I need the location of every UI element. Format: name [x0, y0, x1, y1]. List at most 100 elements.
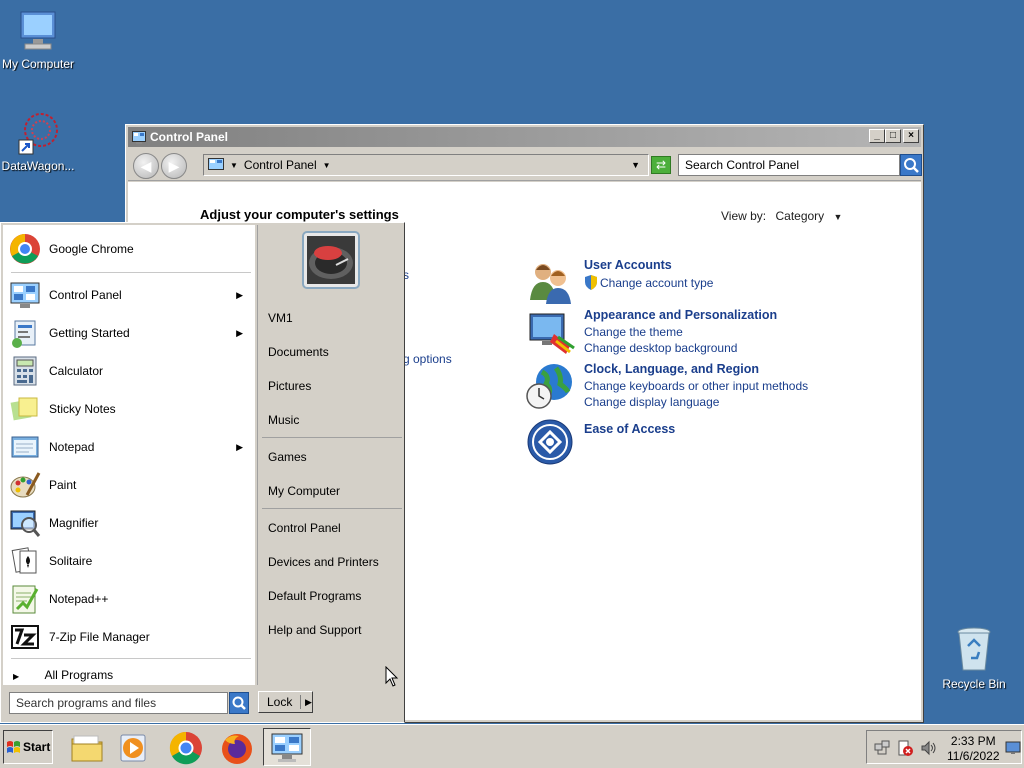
- magnifier-icon: [10, 510, 41, 537]
- clock-time: 2:33 PM: [950, 734, 996, 748]
- start-menu-separator: [11, 272, 251, 273]
- notepad-icon: [11, 436, 39, 458]
- start-item-control-panel[interactable]: Control Panel ▶: [9, 277, 253, 313]
- search-icon[interactable]: [900, 154, 922, 176]
- computer-icon: [20, 11, 56, 50]
- start-item-sticky-notes[interactable]: Sticky Notes: [9, 391, 253, 427]
- breadcrumb-arrow-icon[interactable]: ▼: [230, 161, 238, 170]
- media-player-icon[interactable]: [117, 730, 153, 766]
- refresh-icon[interactable]: ⇄: [651, 156, 671, 174]
- desktop-icon-label: DataWagon...: [1, 159, 75, 173]
- clock[interactable]: 2:33 PM 11/6/2022: [947, 734, 1000, 764]
- places-separator: [262, 508, 402, 509]
- close-button[interactable]: ×: [903, 129, 919, 143]
- places-item-music[interactable]: Music: [268, 413, 299, 427]
- taskbar-control-panel-button[interactable]: [263, 728, 311, 766]
- chrome-icon[interactable]: [168, 730, 204, 766]
- desktop-icon-label: Recycle Bin: [942, 677, 1006, 691]
- back-button[interactable]: ◀: [133, 153, 159, 179]
- category-title[interactable]: Clock, Language, and Region: [584, 362, 808, 376]
- change-keyboards-link[interactable]: Change keyboards or other input methods: [584, 379, 808, 393]
- start-item-getting-started[interactable]: Getting Started ▶: [9, 315, 253, 351]
- places-item-default-programs[interactable]: Default Programs: [268, 589, 361, 603]
- action-center-icon[interactable]: [897, 740, 913, 756]
- chevron-down-icon[interactable]: ▼: [834, 212, 843, 222]
- lock-options-arrow-icon[interactable]: ▶: [301, 697, 312, 708]
- minimize-button[interactable]: _: [869, 129, 885, 143]
- partial-link[interactable]: g options: [403, 352, 452, 366]
- ease-of-access-icon: [527, 419, 573, 465]
- getting-started-icon: [12, 320, 36, 348]
- file-explorer-icon[interactable]: [69, 730, 105, 766]
- places-item-documents[interactable]: Documents: [268, 345, 329, 359]
- change-account-type-link[interactable]: Change account type: [600, 276, 713, 290]
- all-programs-label: All Programs: [44, 668, 114, 682]
- search-icon[interactable]: [229, 692, 249, 714]
- view-by-value[interactable]: Category: [775, 209, 824, 223]
- start-menu-programs-pane: Google Chrome Control Panel ▶ Getting St…: [3, 225, 255, 685]
- notepad-plus-plus-icon: [12, 585, 39, 614]
- solitaire-icon: [11, 547, 37, 574]
- maximize-button[interactable]: □: [885, 129, 901, 143]
- address-bar[interactable]: ▼ Control Panel ▼ ▼: [203, 154, 649, 176]
- category-title[interactable]: User Accounts: [584, 258, 713, 272]
- desktop-icon-recycle-bin[interactable]: Recycle Bin: [932, 624, 1016, 691]
- start-item-label: 7-Zip File Manager: [49, 630, 150, 644]
- places-item-devices-printers[interactable]: Devices and Printers: [268, 555, 379, 569]
- category-appearance-personalization: Appearance and Personalization Change th…: [526, 308, 906, 356]
- start-button[interactable]: Start: [3, 730, 53, 764]
- submenu-arrow-icon: ▶: [236, 441, 243, 452]
- volume-icon[interactable]: [920, 740, 938, 756]
- places-item-vm1[interactable]: VM1: [268, 311, 293, 325]
- control-panel-icon: [271, 733, 303, 762]
- view-by-selector[interactable]: View by: Category ▼: [721, 209, 842, 223]
- breadcrumb-control-panel[interactable]: Control Panel: [244, 158, 317, 172]
- places-item-my-computer[interactable]: My Computer: [268, 484, 340, 498]
- user-picture-icon[interactable]: [302, 231, 360, 289]
- places-separator: [262, 437, 402, 438]
- category-title[interactable]: Ease of Access: [584, 422, 675, 436]
- all-programs-button[interactable]: ▶ All Programs: [13, 668, 113, 682]
- start-item-notepad-plus-plus[interactable]: Notepad++: [9, 581, 253, 617]
- start-item-label: Getting Started: [49, 326, 130, 340]
- submenu-arrow-icon: ▶: [236, 289, 243, 300]
- start-item-google-chrome[interactable]: Google Chrome: [9, 231, 253, 267]
- datawagon-icon: [18, 113, 58, 155]
- desktop-icon-my-computer[interactable]: My Computer: [0, 8, 80, 71]
- 7zip-icon: [11, 625, 39, 649]
- start-item-label: Calculator: [49, 364, 104, 378]
- window-titlebar[interactable]: Control Panel _ □ ×: [128, 127, 921, 147]
- places-item-help-support[interactable]: Help and Support: [268, 623, 361, 637]
- start-item-label: Google Chrome: [49, 242, 134, 256]
- change-display-language-link[interactable]: Change display language: [584, 395, 808, 409]
- lock-button[interactable]: Lock ▶: [258, 691, 313, 713]
- search-input[interactable]: Search Control Panel: [678, 154, 900, 176]
- start-item-notepad[interactable]: Notepad ▶: [9, 429, 253, 465]
- places-item-games[interactable]: Games: [268, 450, 307, 464]
- breadcrumb-dropdown-icon[interactable]: ▼: [323, 161, 331, 170]
- paint-icon: [10, 472, 41, 498]
- start-item-solitaire[interactable]: Solitaire: [9, 543, 253, 579]
- window-controls: _ □ ×: [869, 129, 919, 143]
- start-menu-places-pane: VM1 Documents Pictures Music Games My Co…: [257, 225, 404, 685]
- category-title[interactable]: Appearance and Personalization: [584, 308, 777, 322]
- places-item-control-panel[interactable]: Control Panel: [268, 521, 341, 535]
- forward-button[interactable]: ▶: [161, 153, 187, 179]
- start-item-magnifier[interactable]: Magnifier: [9, 505, 253, 541]
- start-item-7zip[interactable]: 7-Zip File Manager: [9, 619, 253, 655]
- globe-clock-icon: [526, 364, 572, 409]
- firefox-icon[interactable]: [219, 730, 255, 766]
- start-item-label: Notepad: [49, 440, 95, 454]
- network-icon[interactable]: [874, 740, 890, 756]
- show-desktop-icon[interactable]: [1005, 741, 1021, 755]
- desktop-icon-datawagon[interactable]: DataWagon...: [0, 110, 80, 173]
- mouse-cursor-icon: [385, 666, 399, 687]
- start-search-input[interactable]: Search programs and files: [9, 692, 228, 714]
- start-item-paint[interactable]: Paint: [9, 467, 253, 503]
- address-history-dropdown-icon[interactable]: ▼: [631, 160, 640, 170]
- lock-label: Lock: [259, 695, 301, 709]
- change-desktop-background-link[interactable]: Change desktop background: [584, 341, 777, 355]
- start-item-calculator[interactable]: Calculator: [9, 353, 253, 389]
- change-theme-link[interactable]: Change the theme: [584, 325, 777, 339]
- places-item-pictures[interactable]: Pictures: [268, 379, 311, 393]
